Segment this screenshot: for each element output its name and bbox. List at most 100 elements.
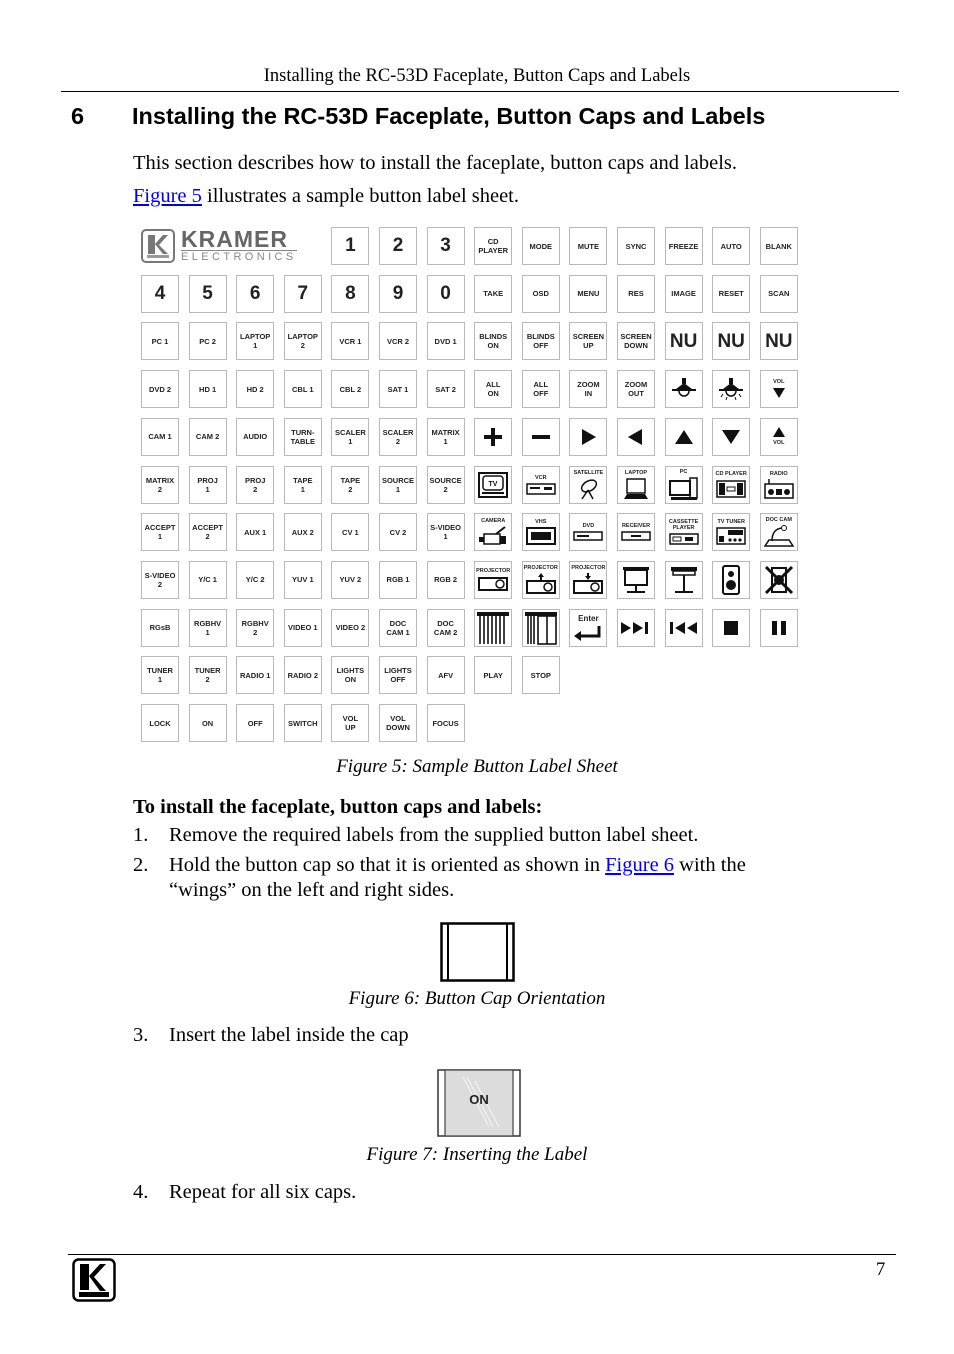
label-tile-previous: [664, 608, 703, 647]
label-tile-lamp-off: [664, 370, 703, 409]
label-text: SCAN: [768, 289, 790, 299]
label-text: YUV 1: [291, 575, 314, 585]
label-text: HD 2: [246, 384, 264, 394]
label-text: VCR 1: [339, 336, 362, 346]
label-tile: MATRIX 1: [426, 417, 465, 456]
label-tile: FOCUS: [426, 704, 465, 742]
label-inserted-figure: ON: [437, 1069, 521, 1137]
footer-rule: [68, 1254, 896, 1255]
label-tile: 6: [236, 274, 275, 313]
label-tile: IMAGE: [664, 274, 703, 313]
label-tile: AFV: [426, 656, 465, 695]
label-tile-radio: RADIO: [759, 465, 798, 504]
label-tile: MODE: [521, 227, 560, 265]
label-text: TAKE: [483, 289, 504, 299]
label-tile-speaker: [712, 560, 751, 599]
label-tile: STOP: [521, 656, 560, 695]
label-text: TURN- TABLE: [290, 427, 316, 446]
label-tile: 0: [426, 274, 465, 313]
icon-caption: TV TUNER: [717, 519, 745, 526]
label-text: PC 2: [199, 336, 216, 346]
icon-caption: VOL: [773, 439, 785, 446]
label-tile: Y/C 2: [236, 560, 275, 599]
page-number: 7: [876, 1260, 886, 1280]
label-tile: AUX 1: [236, 513, 275, 552]
label-text: Y/C 1: [198, 575, 217, 585]
label-text: MATRIX 1: [431, 427, 460, 446]
label-tile: SOURCE 1: [379, 465, 417, 504]
label-tile-down: [712, 417, 751, 456]
label-text: CD PLAYER: [478, 237, 509, 255]
pc-icon: [668, 476, 699, 501]
label-text: STOP: [530, 670, 551, 680]
label-tile-tv-tuner: TV TUNER: [712, 513, 751, 552]
receiver-icon: [621, 531, 651, 541]
procedure-heading: To install the faceplate, button caps an…: [133, 796, 543, 818]
icon-caption: PROJECTOR: [571, 564, 606, 571]
label-text: AUX 2: [291, 527, 314, 537]
label-tile-pause: [759, 608, 798, 647]
label-tile: LIGHTS ON: [331, 656, 370, 695]
label-tile: 7: [283, 274, 322, 313]
label-tile: LAPTOP 2: [283, 322, 322, 361]
label-tile-cd-player: CD PLAYER: [712, 465, 751, 504]
label-tile: NU: [759, 322, 798, 361]
label-tile-minus: [521, 417, 560, 456]
icon-caption: RECEIVER: [621, 523, 651, 530]
label-text: PROJ 1: [197, 475, 218, 494]
camera-icon: [478, 526, 508, 546]
enter-icon: [573, 625, 603, 642]
label-text: RADIO 1: [239, 670, 271, 680]
label-tile: CBL 1: [283, 370, 322, 409]
logo-sub: ELECTRONICS: [181, 250, 297, 263]
kramer-k-logo-icon: [141, 229, 175, 263]
label-tile-next: [617, 608, 655, 647]
label-text: AFV: [438, 670, 454, 680]
label-tile-right: [569, 417, 608, 456]
section-number: 6: [71, 103, 85, 129]
label-text: FOCUS: [432, 718, 459, 728]
label-tile-dvd: DVD: [569, 513, 608, 552]
label-text: TUNER 1: [147, 666, 173, 685]
label-tile: Y/C 1: [188, 560, 227, 599]
label-tile: VIDEO 2: [331, 608, 370, 647]
label-tile: NU: [664, 322, 703, 361]
button-label-sheet: KRAMER ELECTRONICS 1 2 3 CD PLAYER MODE MUTE S…: [141, 227, 805, 745]
label-tile-left: [617, 417, 655, 456]
label-text: DVD 1: [434, 336, 457, 346]
label-tile: ALL OFF: [521, 370, 560, 409]
label-tile: RADIO 1: [236, 656, 275, 695]
icon-caption: PROJECTOR: [523, 564, 558, 571]
label-text: RADIO 2: [287, 670, 318, 680]
label-text: BLINDS ON: [479, 332, 508, 351]
label-tile: PROJ 1: [188, 465, 227, 504]
label-text: SCREEN UP: [572, 332, 605, 351]
label-tile: HD 2: [236, 370, 275, 409]
figure-6-caption: Figure 6: Button Cap Orientation: [348, 988, 606, 1009]
label-text: SCALER 1: [334, 427, 366, 446]
figure-6-link[interactable]: Figure 6: [605, 854, 674, 876]
icon-caption: DOC CAM: [765, 517, 792, 524]
right-icon: [578, 427, 598, 447]
label-tile-screen: [617, 560, 655, 599]
label-tile: 9: [379, 274, 417, 313]
label-tile: SWITCH: [283, 704, 322, 742]
label-text: OFF: [247, 718, 263, 728]
speaker-icon: [721, 564, 741, 595]
vcr-icon: [526, 482, 556, 495]
section-title: Installing the RC-53D Faceplate, Button …: [132, 103, 766, 129]
figure-5-link[interactable]: Figure 5: [133, 185, 202, 207]
label-text: MODE: [529, 241, 553, 251]
label-tile-pc: PC: [664, 465, 703, 504]
label-text: 1: [345, 235, 356, 256]
label-tile: LAPTOP 1: [236, 322, 275, 361]
label-tile: SAT 2: [426, 370, 465, 409]
label-tile-cassette-player: CASSETTE PLAYER: [664, 513, 703, 552]
label-tile-vol-up: VOL: [759, 417, 798, 456]
label-text: CV 2: [389, 527, 407, 537]
label-tile: RGBHV 2: [236, 608, 275, 647]
label-text: AUDIO: [243, 432, 268, 442]
label-tile: CBL 2: [331, 370, 370, 409]
icon-caption: PROJECTOR: [476, 567, 511, 574]
label-tile: ACCEPT 1: [141, 513, 179, 552]
